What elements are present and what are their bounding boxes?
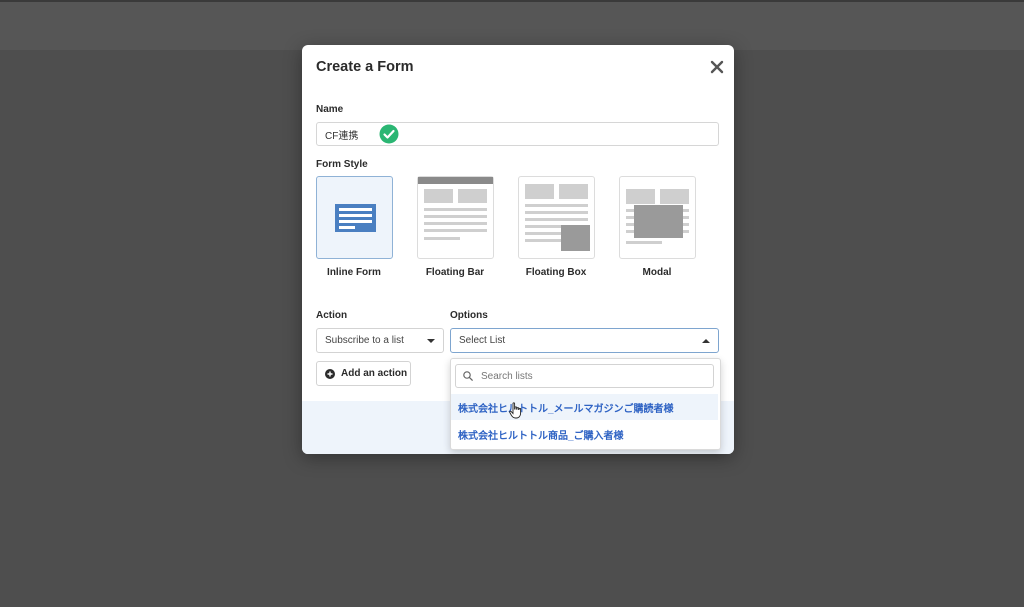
search-lists-input[interactable] bbox=[479, 369, 703, 383]
style-label-floating-box: Floating Box bbox=[525, 267, 587, 278]
add-action-button[interactable]: Add an action bbox=[316, 361, 411, 386]
style-card-floating-bar[interactable] bbox=[417, 176, 494, 259]
close-button[interactable] bbox=[707, 57, 727, 77]
list-option-label: 株式会社ヒルトトル_メールマガジンご購読者様 bbox=[458, 403, 674, 415]
action-select-value: Subscribe to a list bbox=[325, 335, 404, 346]
style-card-inline-form[interactable] bbox=[316, 176, 393, 259]
style-card-modal[interactable] bbox=[619, 176, 696, 259]
name-label: Name bbox=[316, 104, 344, 115]
options-select-value: Select List bbox=[459, 335, 506, 346]
close-icon bbox=[710, 60, 724, 74]
search-icon bbox=[463, 371, 473, 381]
list-option-label: 株式会社ヒルトトル商品_ご購入者様 bbox=[458, 430, 624, 442]
plus-circle-icon bbox=[325, 368, 335, 379]
list-option-purchasers[interactable]: 株式会社ヒルトトル商品_ご購入者様 bbox=[451, 421, 718, 447]
add-action-label: Add an action bbox=[341, 368, 408, 379]
inline-form-icon bbox=[335, 204, 376, 232]
pointer-hand-icon bbox=[509, 402, 522, 419]
selected-check-icon bbox=[378, 123, 400, 145]
action-label: Action bbox=[316, 310, 348, 321]
modal-title: Create a Form bbox=[316, 59, 414, 75]
floating-box-icon bbox=[525, 184, 590, 251]
list-option-mail-magazine[interactable]: 株式会社ヒルトトル_メールマガジンご購読者様 bbox=[451, 394, 718, 420]
action-select[interactable]: Subscribe to a list bbox=[316, 328, 444, 353]
modal-style-icon bbox=[626, 189, 689, 244]
style-label-modal: Modal bbox=[642, 267, 672, 278]
caret-down-icon bbox=[427, 338, 435, 343]
floating-bar-icon bbox=[418, 177, 493, 240]
options-select[interactable]: Select List bbox=[450, 328, 719, 353]
style-card-floating-box[interactable] bbox=[518, 176, 595, 259]
background-page-header bbox=[0, 0, 1024, 50]
form-style-label: Form Style bbox=[316, 159, 368, 170]
options-dropdown-menu: 株式会社ヒルトトル_メールマガジンご購読者様 株式会社ヒルトトル商品_ご購入者様 bbox=[450, 358, 721, 450]
style-label-inline-form: Inline Form bbox=[327, 267, 381, 278]
caret-up-icon bbox=[702, 338, 710, 343]
options-label: Options bbox=[450, 310, 488, 321]
search-box bbox=[455, 364, 714, 388]
style-label-floating-bar: Floating Bar bbox=[425, 267, 485, 278]
